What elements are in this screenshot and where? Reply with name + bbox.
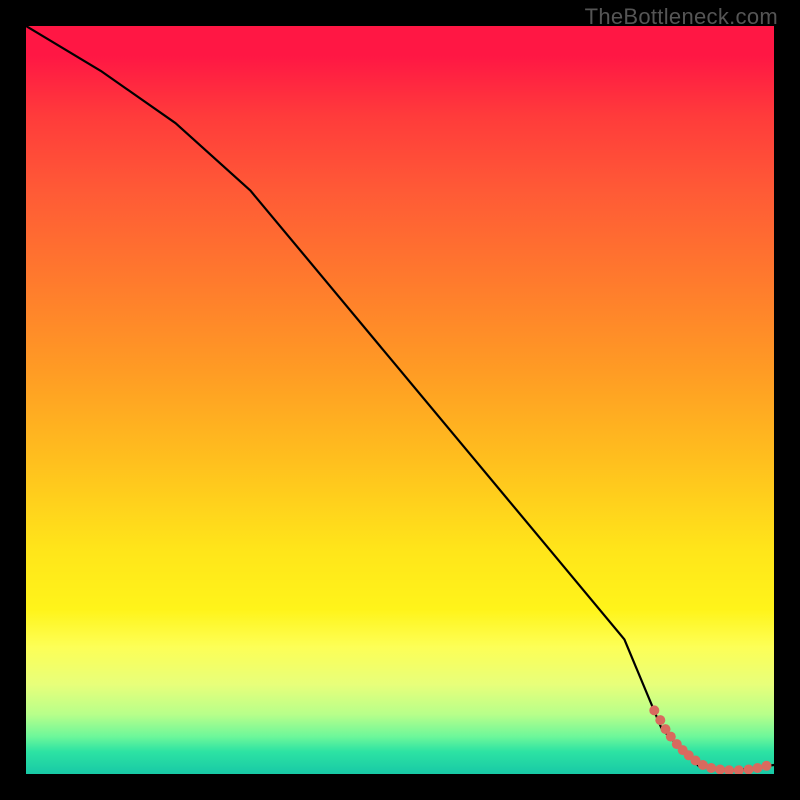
data-point	[724, 765, 734, 774]
data-point	[753, 763, 763, 773]
data-point	[649, 705, 659, 715]
data-point	[762, 761, 772, 771]
bottleneck-curve	[26, 26, 774, 770]
data-point	[744, 765, 754, 775]
chart-svg	[26, 26, 774, 774]
data-point	[655, 715, 665, 725]
data-point	[706, 763, 716, 773]
data-point	[715, 765, 725, 775]
chart-area	[26, 26, 774, 774]
watermark-text: TheBottleneck.com	[585, 4, 778, 30]
data-point	[734, 765, 744, 774]
scatter-group	[649, 705, 771, 774]
